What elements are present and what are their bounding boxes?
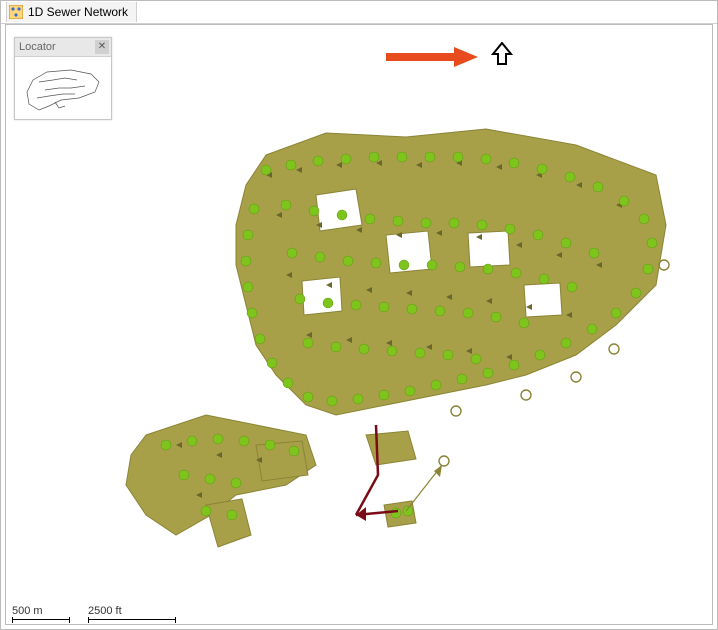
annotation-arrow-icon [386,45,478,69]
scale-bar-area: 500 m 2500 ft [12,605,176,620]
scale-bar-imperial: 2500 ft [88,605,176,620]
locator-thumbnail[interactable] [15,57,111,119]
scale-bar-metric: 500 m [12,605,70,620]
scale-label-metric: 500 m [12,605,70,617]
locator-header[interactable]: Locator ✕ [15,38,111,57]
sewer-network-map[interactable] [56,115,696,585]
window: 1D Sewer Network Locator ✕ [0,0,718,630]
locator-title: Locator [19,41,56,53]
locator-panel[interactable]: Locator ✕ [14,37,112,120]
window-title-tab[interactable]: 1D Sewer Network [6,2,137,22]
close-icon[interactable]: ✕ [95,40,109,54]
map-canvas[interactable]: Locator ✕ [5,24,713,625]
north-arrow-icon [491,42,513,66]
titlebar: 1D Sewer Network [1,1,717,24]
app-icon [9,5,23,19]
window-title: 1D Sewer Network [28,5,128,19]
scale-label-imperial: 2500 ft [88,605,176,617]
